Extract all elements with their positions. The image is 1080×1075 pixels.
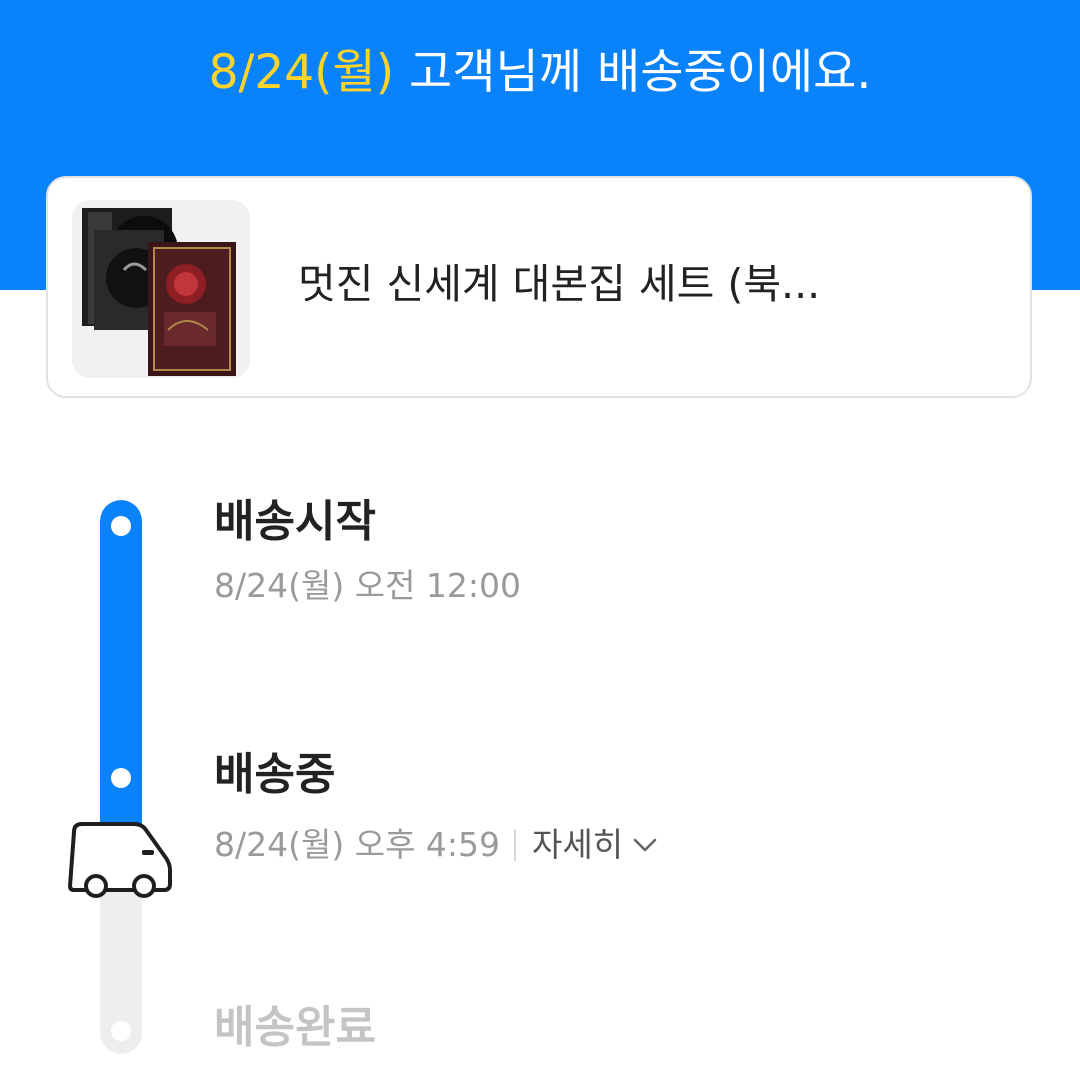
product-name: 멋진 신세계 대본집 세트 (북... xyxy=(298,260,821,308)
delivery-message: 고객님께 배송중이에요. xyxy=(394,45,872,100)
divider xyxy=(514,828,517,861)
timeline-dot-in-transit xyxy=(111,768,131,788)
product-image xyxy=(72,200,250,378)
timeline-dot-complete xyxy=(111,1021,131,1041)
details-button[interactable]: 자세히 xyxy=(532,825,657,864)
delivery-status-title: 8/24(월) 고객님께 배송중이에요. xyxy=(0,38,1080,108)
product-card[interactable]: 멋진 신세계 대본집 세트 (북... xyxy=(46,176,1032,398)
delivery-date: 8/24(월) xyxy=(208,45,395,100)
step-title-complete: 배송완료 xyxy=(214,1002,376,1053)
timeline-progress xyxy=(100,500,142,872)
step-title-start: 배송시작 xyxy=(214,496,376,547)
step-time-start: 8/24(월) 오전 12:00 xyxy=(214,566,522,605)
step-title-in-transit: 배송중 xyxy=(214,749,336,800)
product-thumbnail xyxy=(72,200,250,378)
chevron-down-icon xyxy=(633,838,657,851)
truck-icon xyxy=(68,822,172,898)
step-time-in-transit: 8/24(월) 오후 4:59 xyxy=(214,825,501,864)
step-time-in-transit-row: 8/24(월) 오후 4:59 자세히 xyxy=(214,823,657,867)
details-label: 자세히 xyxy=(532,825,624,864)
timeline-dot-start xyxy=(111,516,131,536)
